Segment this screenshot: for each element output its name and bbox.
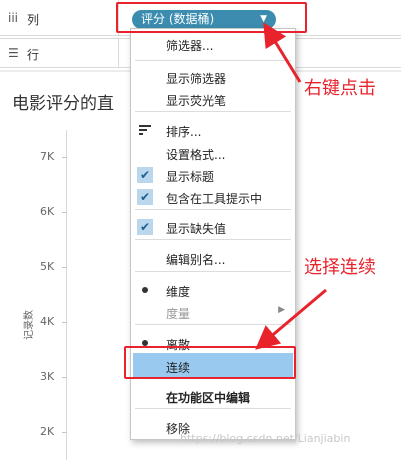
watermark: https://blog.csdn.net/Lianjiabin <box>180 432 351 445</box>
arrow-to-continuous <box>255 288 327 350</box>
arrow-to-pill <box>263 22 302 83</box>
annotation-arrows <box>255 22 327 350</box>
